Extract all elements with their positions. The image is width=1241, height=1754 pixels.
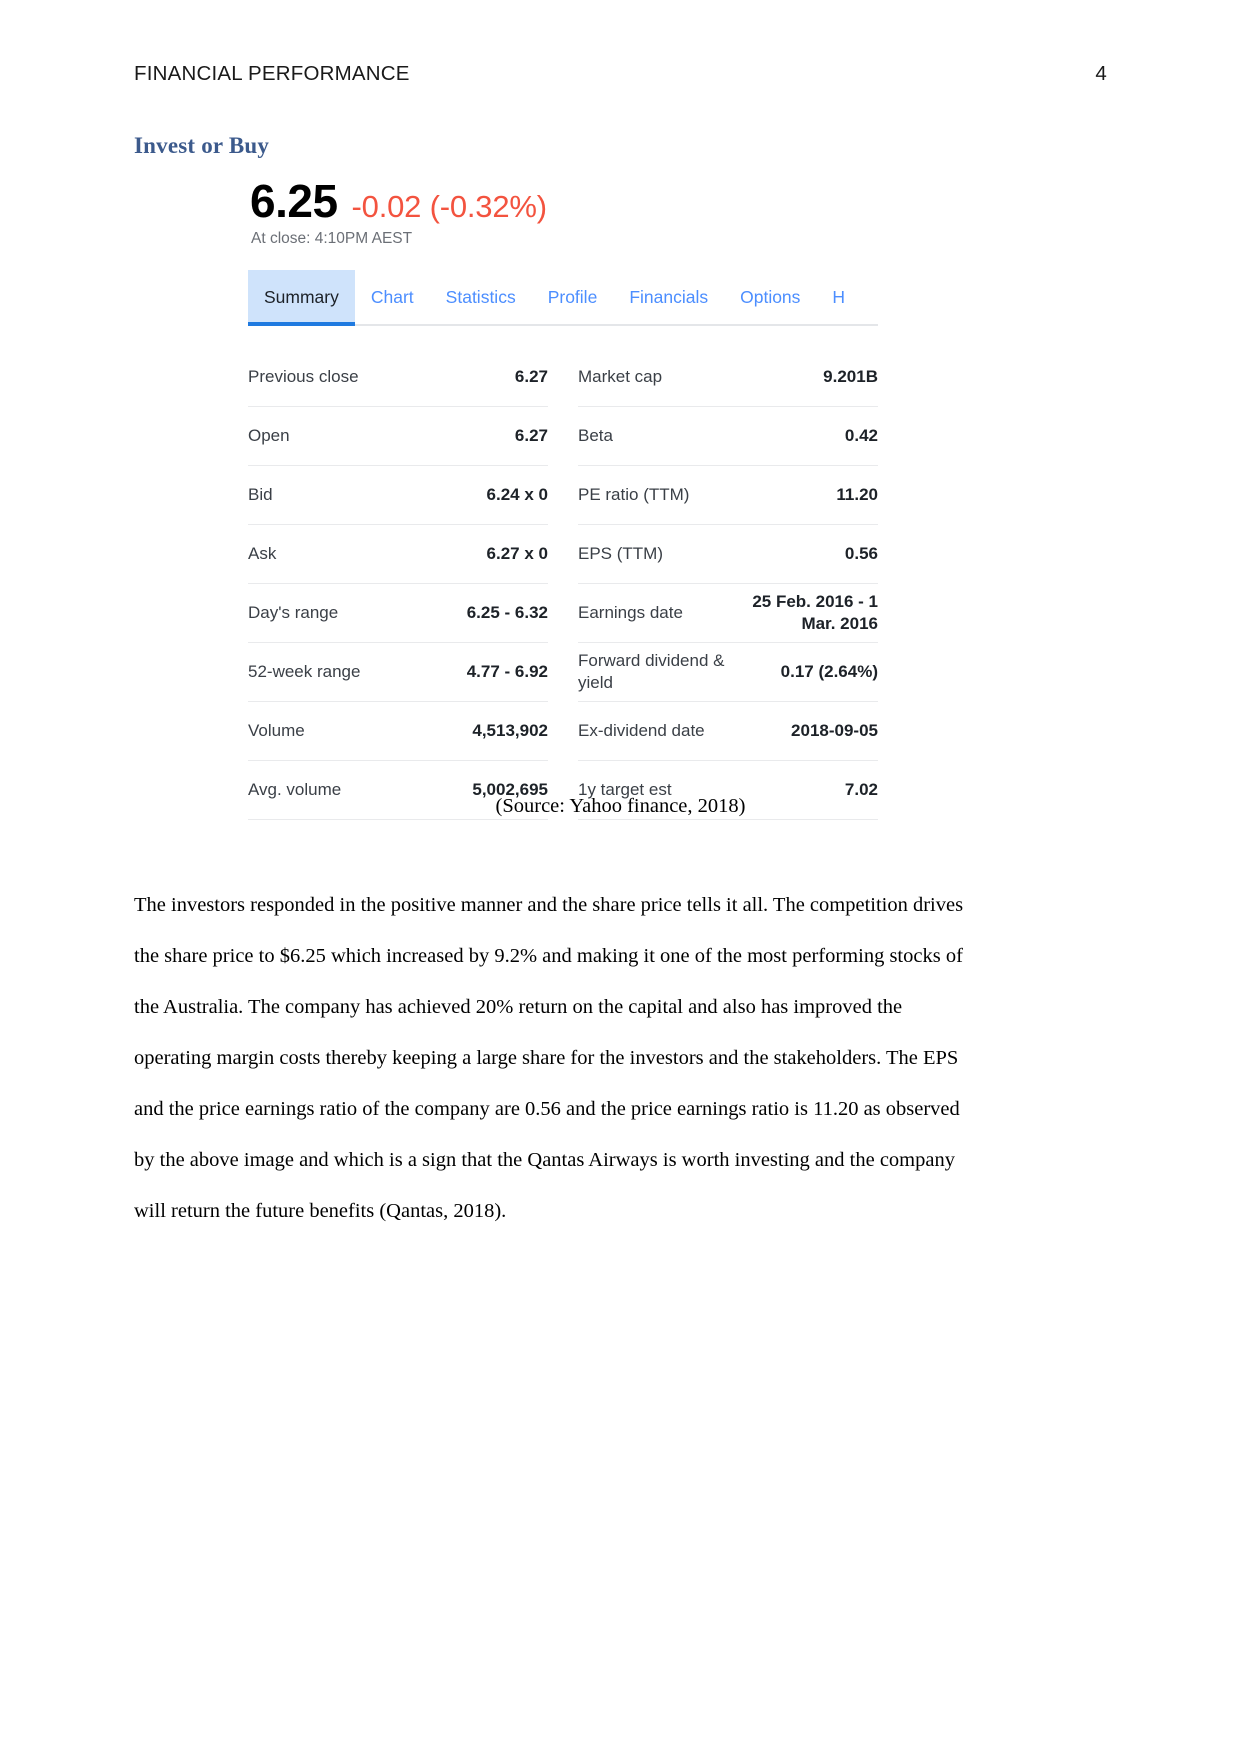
tab-profile-label: Profile: [547, 286, 598, 307]
tab-statistics-label: Statistics: [445, 286, 516, 307]
table-row: Forward dividend & yield 0.17 (2.64%): [578, 643, 878, 702]
row-value: 0.56: [844, 544, 878, 564]
tab-statistics[interactable]: Statistics: [430, 270, 532, 324]
row-value: 6.27: [514, 367, 548, 387]
quote-price: 6.25: [250, 175, 338, 227]
row-value: 6.25 - 6.32: [466, 603, 548, 623]
row-value: 6.27: [514, 426, 548, 446]
table-row: Ask 6.27 x 0: [248, 525, 548, 584]
row-value: 25 Feb. 2016 - 1 Mar. 2016: [752, 592, 878, 633]
row-value: 4,513,902: [472, 721, 548, 741]
tab-options-label: Options: [740, 286, 801, 307]
page-number: 4: [1095, 62, 1107, 85]
row-label: Forward dividend & yield: [578, 651, 725, 692]
row-value: 6.27 x 0: [486, 544, 548, 564]
tab-holders-truncated[interactable]: H: [816, 270, 861, 324]
table-row: Earnings date 25 Feb. 2016 - 1 Mar. 2016: [578, 584, 878, 643]
row-label: Ask: [248, 544, 277, 564]
tab-financials-label: Financials: [629, 286, 709, 307]
row-value: 9.201B: [823, 367, 878, 387]
table-row: 52-week range 4.77 - 6.92: [248, 643, 548, 702]
tab-profile[interactable]: Profile: [532, 270, 614, 324]
table-row: Ex-dividend date 2018-09-05: [578, 702, 878, 761]
running-title: FINANCIAL PERFORMANCE: [134, 62, 410, 85]
table-row: Open 6.27: [248, 407, 548, 466]
row-label: Earnings date: [578, 603, 683, 623]
row-label: 52-week range: [248, 662, 361, 682]
tab-options[interactable]: Options: [724, 270, 816, 324]
section-heading: Invest or Buy: [134, 133, 270, 158]
yahoo-finance-screenshot: 6.25 -0.02 (-0.32%) At close: 4:10PM AES…: [248, 178, 878, 820]
row-value: 11.20: [836, 485, 878, 505]
row-value: 0.17 (2.64%): [780, 662, 878, 682]
row-label: Open: [248, 426, 290, 446]
document-running-header: FINANCIAL PERFORMANCE 4: [134, 62, 1107, 86]
quote-change: -0.02 (-0.32%): [351, 189, 548, 224]
table-row: Day's range 6.25 - 6.32: [248, 584, 548, 643]
figure-source-caption: (Source: Yahoo finance, 2018): [495, 795, 746, 817]
row-label: EPS (TTM): [578, 544, 663, 564]
table-row: Volume 4,513,902: [248, 702, 548, 761]
tab-chart-label: Chart: [370, 286, 414, 307]
tab-chart[interactable]: Chart: [355, 270, 430, 324]
quote-tab-bar: Summary Chart Statistics Profile Financi…: [248, 270, 878, 326]
body-paragraph: The investors responded in the positive …: [134, 894, 964, 1222]
row-value: 0.42: [844, 426, 878, 446]
table-row: PE ratio (TTM) 11.20: [578, 466, 878, 525]
tab-summary[interactable]: Summary: [248, 270, 355, 326]
row-label: Bid: [248, 485, 273, 505]
quote-header: 6.25 -0.02 (-0.32%): [248, 178, 878, 224]
summary-column-left: Previous close 6.27 Open 6.27 Bid 6.24 x…: [248, 348, 548, 820]
table-row: EPS (TTM) 0.56: [578, 525, 878, 584]
table-row: Beta 0.42: [578, 407, 878, 466]
row-label: Previous close: [248, 367, 359, 387]
row-label: Volume: [248, 721, 305, 741]
quote-summary-table: Previous close 6.27 Open 6.27 Bid 6.24 x…: [248, 348, 878, 820]
row-label: Ex-dividend date: [578, 721, 705, 741]
table-row: Previous close 6.27: [248, 348, 548, 407]
row-value: 4.77 - 6.92: [466, 662, 548, 682]
row-label: Beta: [578, 426, 613, 446]
table-row: Market cap 9.201B: [578, 348, 878, 407]
row-label: Market cap: [578, 367, 663, 387]
tab-summary-label: Summary: [264, 286, 339, 307]
tab-holders-truncated-label: H: [832, 286, 846, 307]
quote-close-note: At close: 4:10PM AEST: [251, 230, 413, 247]
row-value: 6.24 x 0: [486, 485, 548, 505]
row-label: PE ratio (TTM): [578, 485, 690, 505]
summary-column-right: Market cap 9.201B Beta 0.42 PE ratio (TT…: [578, 348, 878, 820]
row-label: Day's range: [248, 603, 339, 623]
document-page: FINANCIAL PERFORMANCE 4 Invest or Buy 6.…: [0, 0, 1241, 1754]
tab-financials[interactable]: Financials: [613, 270, 724, 324]
table-row: Bid 6.24 x 0: [248, 466, 548, 525]
row-value: 2018-09-05: [791, 721, 878, 741]
